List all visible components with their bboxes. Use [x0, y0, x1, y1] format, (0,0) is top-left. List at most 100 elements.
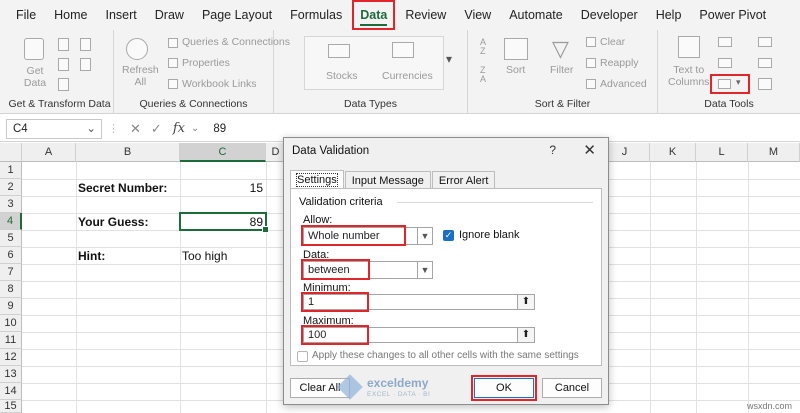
minimum-collapse-icon[interactable]: ⬆: [517, 294, 535, 310]
maximum-collapse-icon[interactable]: ⬆: [517, 327, 535, 343]
menu-power-pivot[interactable]: Power Pivot: [690, 0, 775, 30]
row-header[interactable]: 2: [0, 179, 22, 196]
group-label-get-transform: Get & Transform Data: [8, 98, 111, 110]
get-data-button[interactable]: Get Data: [20, 65, 50, 89]
grid-line: [76, 162, 77, 413]
menu-home[interactable]: Home: [45, 0, 96, 30]
from-text-icon: [58, 38, 69, 51]
fx-dropdown-icon[interactable]: ⌄: [191, 123, 199, 134]
reapply-button[interactable]: Reapply: [600, 57, 639, 69]
menu-file[interactable]: File: [0, 0, 45, 30]
menu-data-label: Data: [360, 8, 388, 22]
grid-line: [696, 162, 697, 413]
cell-c6-value[interactable]: Too high: [182, 249, 227, 263]
filter-button[interactable]: Filter: [550, 64, 573, 76]
clear-button[interactable]: Clear: [600, 36, 625, 48]
group-label-data-tools: Data Tools: [704, 98, 754, 110]
row-header[interactable]: 1: [0, 162, 22, 179]
menu-developer[interactable]: Developer: [572, 0, 647, 30]
name-box-value: C4: [13, 122, 28, 135]
manage-data-model-icon[interactable]: [758, 78, 772, 90]
properties-button[interactable]: Properties: [182, 57, 230, 69]
from-web-icon: [58, 58, 69, 71]
group-label-queries: Queries & Connections: [139, 98, 248, 110]
reapply-icon: [586, 58, 596, 68]
column-header-k[interactable]: K: [650, 143, 696, 162]
stocks-icon: [328, 44, 350, 58]
ignore-blank-checkbox[interactable]: ✓: [443, 230, 454, 241]
row-header[interactable]: 6: [0, 247, 22, 264]
name-box[interactable]: C4 ⌄: [6, 118, 102, 139]
allow-dropdown-icon[interactable]: ▼: [417, 227, 433, 245]
menu-formulas[interactable]: Formulas: [281, 0, 351, 30]
text-to-columns-icon: [678, 36, 700, 58]
row-header[interactable]: 10: [0, 315, 22, 332]
currencies-button[interactable]: Currencies: [382, 70, 433, 82]
menu-automate[interactable]: Automate: [500, 0, 572, 30]
menu-help[interactable]: Help: [647, 0, 691, 30]
corner-select-all[interactable]: [0, 143, 22, 162]
cancel-button[interactable]: Cancel: [542, 378, 602, 398]
row-header-selected[interactable]: 4: [0, 213, 22, 230]
row-header[interactable]: 9: [0, 298, 22, 315]
column-header-m[interactable]: M: [748, 143, 800, 162]
data-dropdown-icon[interactable]: ▼: [417, 261, 433, 279]
sort-button[interactable]: Sort: [506, 64, 525, 76]
menu-data[interactable]: Data: [352, 0, 396, 30]
remove-duplicates-icon[interactable]: [718, 58, 732, 68]
column-header-a[interactable]: A: [22, 143, 76, 162]
maximum-highlight: [301, 325, 369, 345]
formula-value[interactable]: 89: [213, 123, 226, 135]
ignore-blank-label[interactable]: Ignore blank: [459, 229, 520, 241]
workbook-links-button[interactable]: Workbook Links: [182, 78, 257, 90]
refresh-all-button[interactable]: Refresh All: [122, 64, 159, 88]
data-validation-dialog: Data Validation ? ✕ Settings Input Messa…: [283, 137, 609, 405]
cancel-icon[interactable]: ✕: [130, 121, 141, 137]
sort-az-icon[interactable]: AZ: [480, 38, 486, 56]
menu-draw[interactable]: Draw: [146, 0, 193, 30]
cell-b4-label[interactable]: Your Guess:: [78, 215, 148, 229]
settings-panel: Validation criteria Allow: Whole number …: [290, 188, 602, 366]
row-header[interactable]: 7: [0, 264, 22, 281]
menu-page-layout[interactable]: Page Layout: [193, 0, 281, 30]
cell-c4-value[interactable]: 89: [182, 215, 263, 229]
stocks-button[interactable]: Stocks: [326, 70, 358, 82]
row-header[interactable]: 3: [0, 196, 22, 213]
sort-icon: [504, 38, 528, 60]
row-header[interactable]: 5: [0, 230, 22, 247]
enter-icon[interactable]: ✓: [151, 121, 162, 137]
row-header[interactable]: 15: [0, 400, 22, 413]
row-header[interactable]: 14: [0, 383, 22, 400]
advanced-button[interactable]: Advanced: [600, 78, 647, 90]
insert-function-icon[interactable]: fx: [173, 121, 185, 136]
sort-za-icon[interactable]: ZA: [480, 66, 486, 84]
column-header-b[interactable]: B: [76, 143, 180, 162]
apply-all-label[interactable]: Apply these changes to all other cells w…: [312, 350, 579, 361]
gallery-expand-icon[interactable]: ▾: [446, 52, 452, 66]
consolidate-icon[interactable]: [758, 37, 772, 47]
row-header[interactable]: 8: [0, 281, 22, 298]
data-validation-icon: [718, 79, 731, 89]
cell-b2-label[interactable]: Secret Number:: [78, 181, 167, 195]
row-header[interactable]: 13: [0, 366, 22, 383]
tab-settings[interactable]: Settings: [290, 170, 344, 189]
row-header[interactable]: 12: [0, 349, 22, 366]
from-table-icon: [58, 78, 69, 91]
help-button[interactable]: ?: [549, 143, 556, 157]
cell-b6-label[interactable]: Hint:: [78, 249, 105, 263]
name-box-dropdown-icon[interactable]: ⌄: [86, 120, 96, 138]
row-header[interactable]: 11: [0, 332, 22, 349]
flash-fill-icon[interactable]: [718, 37, 732, 47]
menu-review[interactable]: Review: [396, 0, 455, 30]
menu-view[interactable]: View: [455, 0, 500, 30]
text-to-columns-button[interactable]: Text to Columns: [668, 64, 709, 88]
apply-all-checkbox[interactable]: [297, 351, 308, 362]
column-header-l[interactable]: L: [696, 143, 748, 162]
data-validation-button[interactable]: ▾: [710, 74, 750, 94]
close-icon[interactable]: ✕: [583, 141, 596, 159]
relationships-icon[interactable]: [758, 58, 772, 68]
watermark-sub: EXCEL · DATA · BI: [367, 391, 431, 398]
column-header-c[interactable]: C: [180, 143, 266, 162]
cell-c2-value[interactable]: 15: [182, 181, 263, 195]
menu-insert[interactable]: Insert: [97, 0, 146, 30]
